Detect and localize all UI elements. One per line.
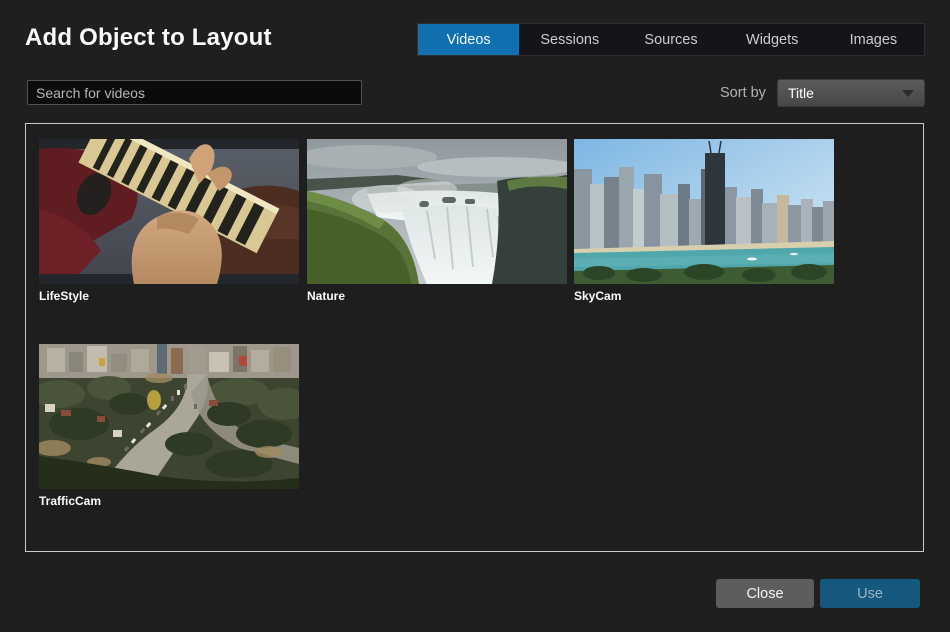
tab-videos[interactable]: Videos (418, 24, 519, 55)
video-thumbnail-trafficcam[interactable] (39, 344, 299, 489)
aerial-highway-image (39, 344, 299, 489)
video-thumbnail-skycam[interactable] (574, 139, 834, 284)
sort-select-value: Title (778, 85, 902, 101)
video-item-nature[interactable]: Nature (307, 139, 567, 303)
video-title: LifeStyle (39, 289, 299, 303)
video-title: SkyCam (574, 289, 834, 303)
tab-sessions[interactable]: Sessions (519, 24, 620, 55)
video-title: TrafficCam (39, 494, 299, 508)
video-item-lifestyle[interactable]: LifeStyle (39, 139, 299, 303)
close-button[interactable]: Close (716, 579, 814, 608)
video-title: Nature (307, 289, 567, 303)
sort-by-label: Sort by (720, 85, 766, 101)
guitar-closeup-image (39, 139, 299, 284)
video-item-trafficcam[interactable]: TrafficCam (39, 344, 299, 508)
city-skyline-image (574, 139, 834, 284)
video-item-skycam[interactable]: SkyCam (574, 139, 834, 303)
sort-select[interactable]: Title (777, 79, 925, 107)
caret-down-icon (902, 90, 914, 97)
tab-widgets[interactable]: Widgets (722, 24, 823, 55)
video-thumbnail-lifestyle[interactable] (39, 139, 299, 284)
waterfall-image (307, 139, 567, 284)
video-thumbnail-nature[interactable] (307, 139, 567, 284)
tab-bar: Videos Sessions Sources Widgets Images (417, 23, 925, 56)
tab-images[interactable]: Images (823, 24, 924, 55)
tab-sources[interactable]: Sources (620, 24, 721, 55)
page-title: Add Object to Layout (25, 24, 272, 52)
use-button[interactable]: Use (820, 579, 920, 608)
search-input[interactable] (27, 80, 362, 105)
video-grid-panel: LifeStyle (25, 123, 924, 552)
